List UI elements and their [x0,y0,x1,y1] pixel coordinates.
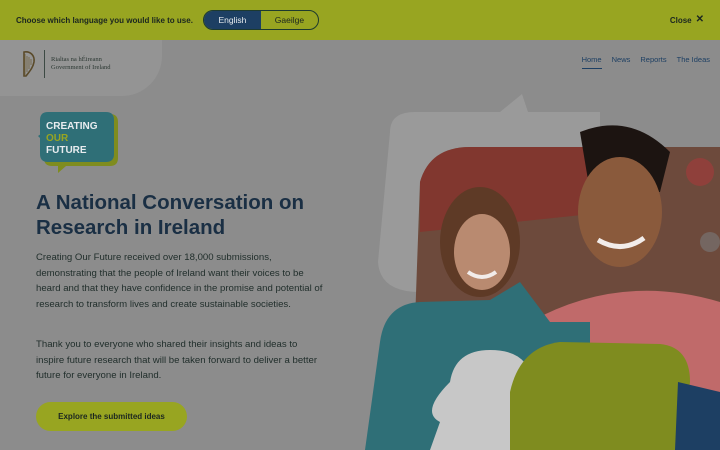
language-prompt: Choose which language you would like to … [16,15,193,25]
government-logo[interactable]: Rialtas na hÉireann Government of Irelan… [20,50,111,78]
language-option-gaeilge[interactable]: Gaeilge [261,11,318,29]
thanks-paragraph: Thank you to everyone who shared their i… [36,339,318,382]
site-header: Rialtas na hÉireann Government of Irelan… [0,40,720,96]
creating-our-future-logo: CREATING OUR FUTURE [38,112,118,173]
speech-bubble-navy [675,382,720,450]
language-toggle: English Gaeilge [202,10,319,30]
hero-illustration [365,94,720,450]
intro-paragraph: Creating Our Future received over 18,000… [36,252,323,310]
badge-line-our: OUR [46,133,69,144]
speech-bubble-green [510,342,690,450]
nav-item-reports[interactable]: Reports [640,55,666,69]
badge-line-creating: CREATING [46,121,98,132]
nav-item-the-ideas[interactable]: The Ideas [677,55,710,69]
government-name-irish: Rialtas na hÉireann [51,56,102,64]
badge-line-future: FUTURE [46,145,87,156]
explore-ideas-button[interactable]: Explore the submitted ideas [36,402,187,431]
government-name: Rialtas na hÉireann Government of Irelan… [51,56,111,72]
nav-item-news[interactable]: News [612,55,631,69]
government-name-english: Government of Ireland [51,64,111,71]
logo-divider [44,50,45,78]
language-option-english[interactable]: English [203,11,261,29]
close-banner-button[interactable]: Close ✕ [670,15,704,25]
close-label: Close [669,15,692,25]
language-banner: Choose which language you would like to … [0,0,720,40]
page-title: A National Conversation on Research in I… [36,191,305,239]
main-nav: Home News Reports The Ideas [581,55,710,69]
close-icon: ✕ [695,14,704,25]
harp-icon [23,51,35,77]
nav-item-home[interactable]: Home [581,55,602,69]
